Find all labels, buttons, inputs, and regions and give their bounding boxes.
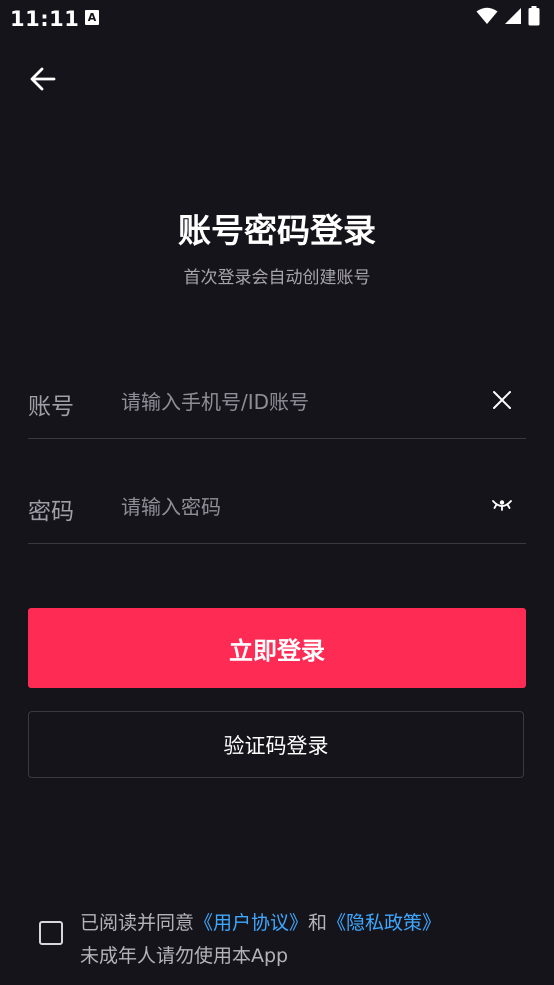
password-row: 密码 — [28, 473, 526, 544]
status-icons — [476, 6, 540, 30]
minor-notice: 未成年人请勿使用本App — [80, 945, 289, 967]
password-label: 密码 — [28, 499, 74, 525]
account-input[interactable] — [121, 382, 461, 422]
account-row: 账号 — [28, 368, 526, 439]
code-login-button[interactable]: 验证码登录 — [28, 711, 524, 778]
agreement-checkbox[interactable] — [39, 921, 63, 945]
battery-icon — [528, 6, 540, 30]
close-icon — [492, 390, 512, 414]
account-label: 账号 — [28, 394, 74, 420]
page-title: 账号密码登录 — [178, 211, 376, 250]
agreement-and: 和 — [308, 912, 328, 934]
user-agreement-link[interactable]: 《用户协议》 — [194, 912, 308, 934]
agreement-prefix: 已阅读并同意 — [80, 912, 195, 934]
toggle-password-visibility-button[interactable] — [488, 493, 516, 521]
password-input[interactable] — [121, 487, 461, 527]
back-button[interactable] — [24, 62, 62, 100]
signal-icon — [504, 7, 522, 29]
clear-account-button[interactable] — [488, 388, 516, 416]
arrow-left-icon — [29, 65, 57, 97]
status-time: 11:11 — [10, 7, 80, 31]
privacy-policy-link[interactable]: 《隐私政策》 — [327, 912, 441, 934]
status-bar: 11:11 A — [0, 0, 554, 38]
eye-closed-icon — [491, 496, 513, 518]
agreement-line: 已阅读并同意《用户协议》和《隐私政策》 — [80, 907, 540, 940]
notification-a-icon: A — [85, 10, 99, 25]
login-button[interactable]: 立即登录 — [28, 608, 526, 688]
agreement-text: 已阅读并同意《用户协议》和《隐私政策》 未成年人请勿使用本App — [80, 907, 540, 973]
page-subtitle: 首次登录会自动创建账号 — [183, 268, 371, 288]
wifi-icon — [476, 7, 498, 29]
